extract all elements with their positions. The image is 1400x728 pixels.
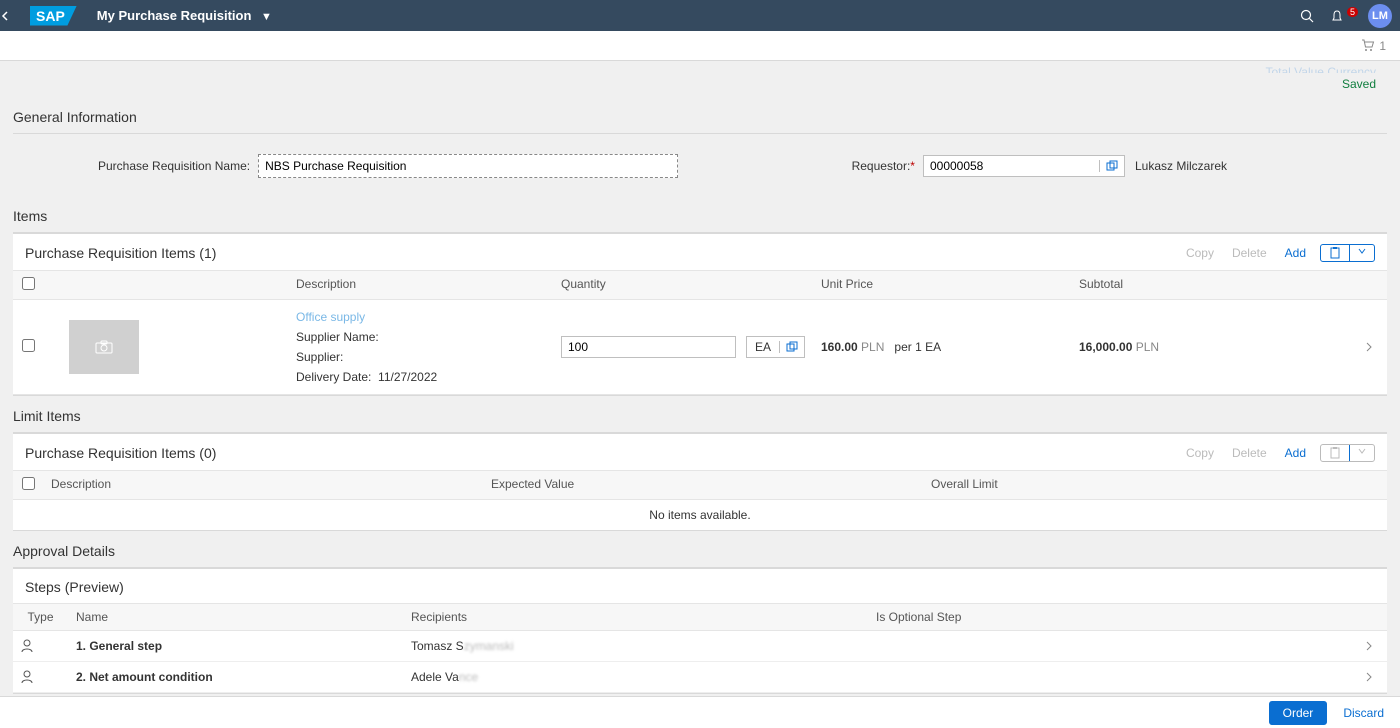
- col-type: Type: [13, 604, 68, 630]
- table-row: Office supply Supplier Name: Supplier: D…: [13, 300, 1387, 395]
- section-approval: Approval Details: [13, 537, 1387, 568]
- shell-header: SAP My Purchase Requisition ▼ 5 LM: [0, 0, 1400, 31]
- chevron-down-icon[interactable]: [1349, 245, 1374, 261]
- col-quantity: Quantity: [553, 271, 813, 299]
- sap-logo: SAP: [30, 6, 77, 26]
- person-icon: [13, 662, 68, 692]
- back-button[interactable]: [0, 11, 30, 21]
- app-title[interactable]: My Purchase Requisition ▼: [97, 8, 272, 23]
- col-description: Description: [43, 471, 483, 499]
- no-items-text: No items available.: [13, 500, 1387, 530]
- step-name: 1. General step: [76, 639, 162, 653]
- app-title-text: My Purchase Requisition: [97, 8, 252, 23]
- unit-price-currency: PLN: [861, 340, 884, 354]
- requestor-label: Requestor:*: [852, 159, 915, 173]
- add-button[interactable]: Add: [1285, 246, 1306, 260]
- recipient-name: Tomasz S: [411, 639, 464, 653]
- general-info-form: Purchase Requisition Name: Requestor:* L…: [13, 134, 1387, 202]
- section-general-info: General Information: [13, 103, 1387, 134]
- paste-button-group[interactable]: [1320, 444, 1375, 462]
- col-name: Name: [68, 604, 403, 630]
- chevron-down-icon: ▼: [261, 11, 272, 23]
- status-line-1: Total Value Currency: [0, 65, 1376, 73]
- table-row: 1. General step Tomasz Szymanski: [13, 631, 1387, 662]
- unit-input-group: EA: [746, 336, 805, 358]
- limit-table-container: Purchase Requisition Items (0) Copy Dele…: [13, 433, 1387, 531]
- supplier-name-label: Supplier Name:: [296, 330, 379, 344]
- section-items: Items: [13, 202, 1387, 233]
- value-help-icon[interactable]: [1099, 160, 1124, 172]
- paste-icon[interactable]: [1321, 245, 1349, 261]
- limit-table-title: Purchase Requisition Items (0): [25, 445, 216, 461]
- requestor-display-name: Lukasz Milczarek: [1135, 159, 1227, 173]
- approval-table-container: Steps (Preview) Type Name Recipients Is …: [13, 568, 1387, 694]
- delivery-date-label: Delivery Date:: [296, 370, 371, 384]
- add-button[interactable]: Add: [1285, 446, 1306, 460]
- col-description: Description: [288, 271, 553, 299]
- status-area: Total Value Currency Saved: [0, 61, 1400, 103]
- cart-count: 1: [1379, 39, 1386, 53]
- delete-button[interactable]: Delete: [1232, 446, 1267, 460]
- col-overall: Overall Limit: [923, 471, 1387, 499]
- cart-icon[interactable]: [1361, 39, 1375, 52]
- section-limit-items: Limit Items: [13, 402, 1387, 433]
- discard-button[interactable]: Discard: [1343, 706, 1384, 720]
- row-nav-chevron[interactable]: [1357, 664, 1387, 690]
- person-icon: [13, 631, 68, 661]
- paste-button-group[interactable]: [1320, 244, 1375, 262]
- row-nav-chevron[interactable]: [1357, 633, 1387, 659]
- cart-bar: 1: [0, 31, 1400, 61]
- unit-price-value: 160.00: [821, 340, 858, 354]
- avatar[interactable]: LM: [1368, 4, 1392, 28]
- item-description-link[interactable]: Office supply: [296, 310, 545, 324]
- col-unit-price: Unit Price: [813, 271, 1071, 299]
- delete-button[interactable]: Delete: [1232, 246, 1267, 260]
- table-row: 2. Net amount condition Adele Vance: [13, 662, 1387, 693]
- limit-column-headers: Description Expected Value Overall Limit: [13, 470, 1387, 500]
- requestor-input-group: [923, 155, 1125, 177]
- supplier-label: Supplier:: [296, 350, 343, 364]
- row-checkbox[interactable]: [22, 339, 35, 352]
- step-name: 2. Net amount condition: [76, 670, 213, 684]
- pr-name-label: Purchase Requisition Name:: [98, 159, 250, 173]
- approval-column-headers: Type Name Recipients Is Optional Step: [13, 603, 1387, 631]
- unit-value: EA: [747, 340, 779, 354]
- col-recipients: Recipients: [403, 604, 868, 630]
- footer-bar: Order Discard: [0, 696, 1400, 728]
- search-icon[interactable]: [1300, 9, 1330, 23]
- notification-badge: 5: [1347, 7, 1358, 17]
- col-subtotal: Subtotal: [1071, 271, 1357, 299]
- recipient-name: Adele Va: [411, 670, 459, 684]
- pr-name-input[interactable]: [258, 154, 678, 178]
- items-table-title: Purchase Requisition Items (1): [25, 245, 216, 261]
- subtotal-value: 16,000.00: [1079, 340, 1132, 354]
- item-thumbnail: [69, 320, 139, 374]
- row-nav-chevron[interactable]: [1357, 332, 1387, 362]
- chevron-down-icon[interactable]: [1349, 445, 1374, 461]
- items-table-container: Purchase Requisition Items (1) Copy Dele…: [13, 233, 1387, 396]
- select-all-checkbox[interactable]: [22, 277, 35, 290]
- notifications-icon[interactable]: 5: [1330, 9, 1360, 23]
- unit-price-per: per 1 EA: [894, 340, 941, 354]
- value-help-icon[interactable]: [779, 341, 804, 353]
- requestor-input[interactable]: [924, 159, 1099, 173]
- col-expected: Expected Value: [483, 471, 923, 499]
- status-saved: Saved: [0, 77, 1376, 91]
- paste-icon[interactable]: [1321, 445, 1349, 461]
- items-column-headers: Description Quantity Unit Price Subtotal: [13, 270, 1387, 300]
- quantity-input[interactable]: [561, 336, 736, 358]
- delivery-date-value: 11/27/2022: [378, 370, 437, 384]
- approval-table-title: Steps (Preview): [25, 579, 124, 595]
- copy-button[interactable]: Copy: [1186, 446, 1214, 460]
- order-button[interactable]: Order: [1269, 701, 1328, 725]
- subtotal-currency: PLN: [1136, 340, 1159, 354]
- col-optional: Is Optional Step: [868, 604, 1357, 630]
- select-all-checkbox[interactable]: [22, 477, 35, 490]
- copy-button[interactable]: Copy: [1186, 246, 1214, 260]
